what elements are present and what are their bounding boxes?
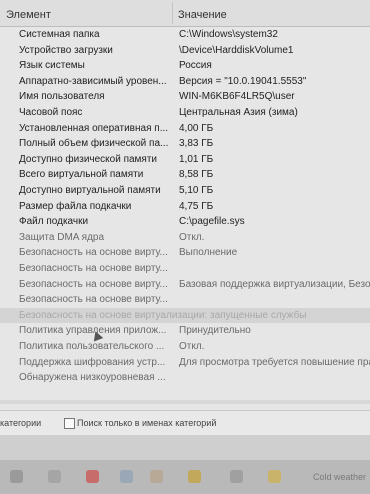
taskbar: Cold weather: [0, 460, 370, 494]
row-name: Размер файла подкачки: [19, 200, 132, 212]
row-name: Аппаратно-зависимый уровен...: [19, 75, 167, 87]
table-row[interactable]: Устройство загрузки \Device\HarddiskVolum…: [0, 43, 370, 58]
row-name: Установленная оперативная п...: [19, 122, 169, 134]
column-header-name[interactable]: Элемент: [6, 9, 51, 21]
table-row[interactable]: Безопасность на основе вирту...: [0, 261, 370, 276]
row-name: Безопасность на основе виртуализации: за…: [19, 309, 307, 321]
table-row[interactable]: Политика пользовательского ... Откл.: [0, 339, 370, 354]
row-name: Безопасность на основе вирту...: [19, 278, 168, 290]
row-name: Язык системы: [19, 60, 85, 72]
chrome-icon[interactable]: [188, 470, 201, 483]
row-value: WIN-M6KB6F4LR5Q\user: [179, 91, 295, 103]
row-name: Файл подкачки: [19, 216, 89, 228]
table-row[interactable]: Часовой пояс Центральная Азия (зима): [0, 105, 370, 120]
table-row[interactable]: Язык системы Россия: [0, 58, 370, 73]
row-name: Всего виртуальной памяти: [19, 169, 144, 181]
search-names-checkbox[interactable]: [64, 418, 75, 429]
row-value: C:\Windows\system32: [179, 29, 278, 40]
row-name: Полный объем физической па...: [19, 138, 169, 150]
row-name: Безопасность на основе вирту...: [19, 247, 168, 259]
table-row[interactable]: Безопасность на основе виртуализации: за…: [0, 307, 370, 323]
row-name: Безопасность на основе вирту...: [19, 263, 168, 274]
row-value: Центральная Азия (зима): [179, 107, 298, 118]
column-header-value[interactable]: Значение: [178, 9, 227, 21]
row-name: Защита DMA ядра: [19, 231, 105, 243]
row-value: C:\pagefile.sys: [179, 216, 245, 228]
row-value: 5,10 ГБ: [179, 185, 214, 196]
system-info-panel: Элемент Значение Системная папка C:\Windo…: [0, 0, 370, 410]
table-row[interactable]: Политика управления прилож... Принудитель…: [0, 323, 370, 338]
row-name: Политика пользовательского ...: [19, 341, 165, 352]
row-value: \Device\HarddiskVolume1: [179, 44, 294, 56]
task-view-icon[interactable]: [48, 470, 61, 483]
table-row[interactable]: Безопасность на основе вирту... Выполнени…: [0, 245, 370, 260]
table-row[interactable]: Имя пользователя WIN-M6KB6F4LR5Q\user: [0, 89, 370, 104]
search-options-bar: категории Поиск только в именах категори…: [0, 410, 370, 435]
row-value: 4,00 ГБ: [179, 122, 214, 134]
table-header: Элемент Значение: [0, 0, 370, 27]
row-name: Доступно виртуальной памяти: [19, 185, 161, 196]
row-value: Россия: [179, 60, 212, 72]
table-row[interactable]: Безопасность на основе вирту...: [0, 292, 370, 307]
row-value: 4,75 ГБ: [179, 200, 214, 212]
row-name: Безопасность на основе вирту...: [19, 294, 168, 306]
row-name: Устройство загрузки: [19, 44, 113, 56]
row-value: Принудительно: [179, 325, 251, 337]
search-icon[interactable]: [10, 470, 23, 483]
row-value: Откл.: [179, 341, 205, 352]
table-row[interactable]: Всего виртуальной памяти 8,58 ГБ: [0, 167, 370, 182]
app-icon[interactable]: [150, 470, 163, 483]
row-value: 1,01 ГБ: [179, 153, 214, 165]
row-value: 8,58 ГБ: [179, 169, 214, 181]
row-value: Версия = "10.0.19041.5553": [179, 75, 307, 87]
row-value: Для просмотра требуется повышение прав: [179, 356, 370, 368]
table-row[interactable]: Установленная оперативная п... 4,00 ГБ: [0, 121, 370, 136]
search-names-label[interactable]: Поиск только в именах категорий: [77, 418, 216, 428]
row-name: Системная папка: [19, 29, 100, 40]
row-value: Выполнение: [179, 247, 238, 259]
table-row[interactable]: Размер файла подкачки 4,75 ГБ: [0, 199, 370, 214]
column-separator[interactable]: [172, 2, 173, 24]
table-row[interactable]: Аппаратно-зависимый уровен... Версия = "1…: [0, 74, 370, 89]
youtube-icon[interactable]: [86, 470, 99, 483]
app-icon[interactable]: [230, 470, 243, 483]
table-row[interactable]: Доступно физической памяти 1,01 ГБ: [0, 152, 370, 167]
row-value: Откл.: [179, 231, 205, 243]
table-row[interactable]: Доступно виртуальной памяти 5,10 ГБ: [0, 183, 370, 198]
row-value: 3,83 ГБ: [179, 138, 214, 150]
table-row[interactable]: Файл подкачки C:\pagefile.sys: [0, 214, 370, 229]
weather-text[interactable]: Cold weather: [313, 472, 366, 482]
table-row[interactable]: Полный объем физической па... 3,83 ГБ: [0, 136, 370, 151]
table-row[interactable]: Защита DMA ядра Откл.: [0, 230, 370, 245]
panel-bottom-edge: [0, 400, 370, 404]
folder-icon[interactable]: [268, 470, 281, 483]
row-name: Доступно физической памяти: [19, 153, 158, 165]
categories-label: категории: [0, 418, 42, 428]
app-icon[interactable]: [120, 470, 133, 483]
table-row[interactable]: Обнаружена низкоуровневая ...: [0, 370, 370, 385]
row-value: Базовая поддержка виртуализации, Безопа: [179, 278, 370, 290]
table-row[interactable]: Безопасность на основе вирту... Базовая п…: [0, 277, 370, 292]
row-name: Поддержка шифрования устр...: [19, 356, 166, 368]
row-name: Имя пользователя: [19, 91, 105, 103]
row-name: Часовой пояс: [19, 107, 83, 118]
table-row[interactable]: Поддержка шифрования устр... Для просмотр…: [0, 355, 370, 370]
row-name: Обнаружена низкоуровневая ...: [19, 372, 166, 384]
table-row[interactable]: Системная папка C:\Windows\system32: [0, 27, 370, 42]
